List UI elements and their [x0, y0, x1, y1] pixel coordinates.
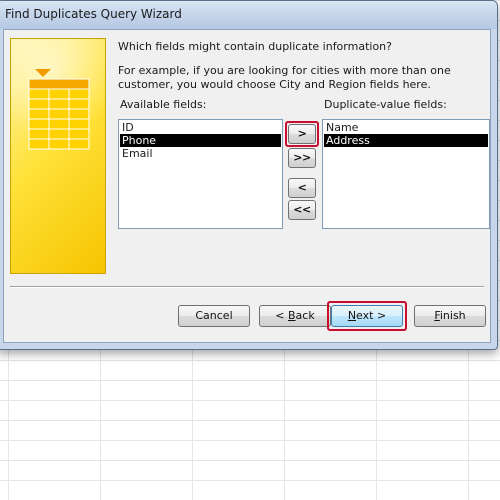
back-button-label: ack	[295, 309, 315, 322]
wizard-example-text: For example, if you are looking for citi…	[118, 64, 451, 91]
list-item-name[interactable]: Name	[324, 121, 488, 134]
wizard-illustration	[10, 38, 106, 274]
remove-all-fields-button[interactable]: <<	[288, 200, 316, 220]
add-field-button[interactable]: >	[288, 124, 316, 144]
wizard-question: Which fields might contain duplicate inf…	[118, 40, 392, 53]
list-item-phone[interactable]: Phone	[120, 134, 281, 147]
window-title: Find Duplicates Query Wizard	[5, 7, 182, 21]
duplicate-fields-label: Duplicate-value fields:	[324, 98, 447, 111]
find-duplicates-wizard-dialog: Find Duplicates Query Wizard Which field…	[0, 0, 498, 350]
title-bar[interactable]: Find Duplicates Query Wizard	[0, 1, 497, 29]
table-grid-icon	[28, 69, 90, 150]
finish-button[interactable]: Finish	[414, 305, 486, 327]
duplicate-fields-list[interactable]: Name Address	[322, 119, 490, 229]
add-all-fields-button[interactable]: >>	[288, 148, 316, 168]
list-item-id[interactable]: ID	[120, 121, 281, 134]
list-item-address[interactable]: Address	[324, 134, 488, 147]
next-button-mnemonic: N	[347, 309, 357, 322]
finish-button-label: inish	[439, 309, 466, 322]
back-button[interactable]: < Back	[259, 305, 331, 327]
next-button-label: ext >	[356, 309, 387, 322]
next-button[interactable]: Next >	[331, 305, 403, 327]
remove-field-button[interactable]: <	[288, 178, 316, 198]
available-fields-label: Available fields:	[120, 98, 207, 111]
available-fields-list[interactable]: ID Phone Email	[118, 119, 283, 229]
wizard-body: Which fields might contain duplicate inf…	[3, 29, 491, 343]
footer-separator	[10, 286, 484, 288]
cancel-button[interactable]: Cancel	[178, 305, 250, 327]
list-item-email[interactable]: Email	[120, 147, 281, 160]
back-button-arrow: <	[275, 309, 285, 322]
back-button-mnemonic: B	[288, 309, 296, 322]
